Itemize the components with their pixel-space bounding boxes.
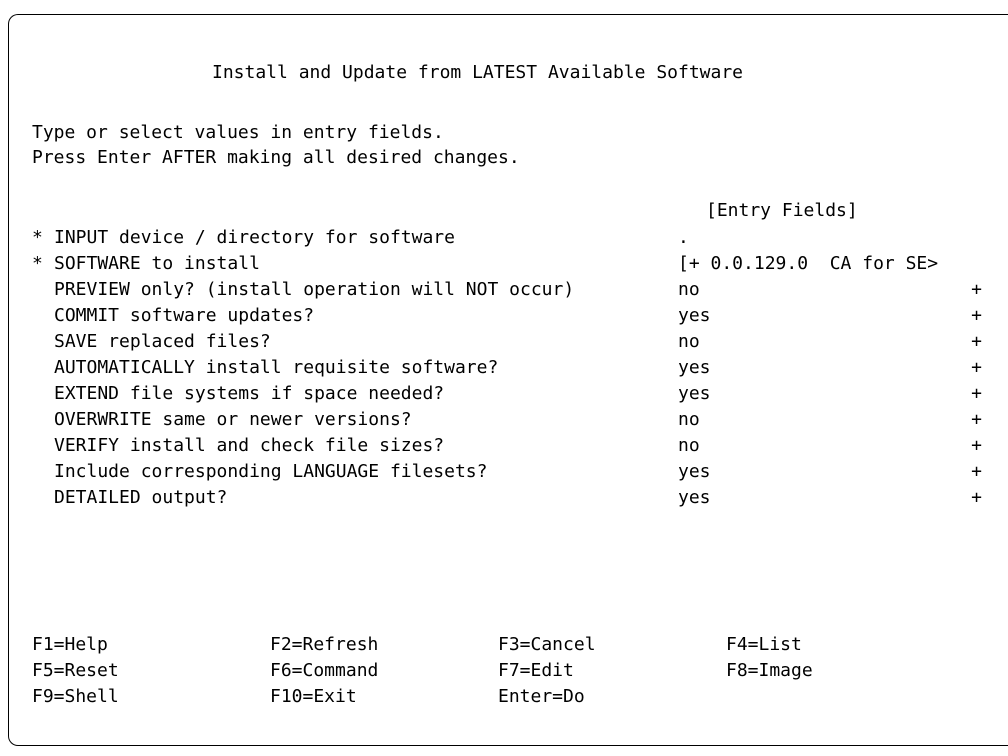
f5-reset-key[interactable]: F5=Reset — [32, 658, 119, 684]
field-value[interactable]: yes — [678, 355, 711, 381]
page-title: Install and Update from LATEST Available… — [212, 62, 744, 83]
field-value[interactable]: no — [678, 329, 700, 355]
list-indicator[interactable]: + — [971, 329, 982, 355]
field-label: COMMIT software updates? — [54, 305, 315, 326]
field-input-device[interactable]: * INPUT device / directory for software … — [32, 225, 982, 251]
enter-do-key[interactable]: Enter=Do — [498, 684, 585, 710]
field-value[interactable]: yes — [678, 381, 711, 407]
field-value[interactable]: no — [678, 433, 700, 459]
required-marker: * — [32, 227, 43, 248]
f2-refresh-key[interactable]: F2=Refresh — [270, 632, 378, 658]
function-key-row: F5=Reset F6=Command F7=Edit F8=Image — [32, 658, 932, 684]
f3-cancel-key[interactable]: F3=Cancel — [498, 632, 596, 658]
field-label: SOFTWARE to install — [54, 253, 260, 274]
field-label: DETAILED output? — [54, 487, 228, 508]
f9-shell-key[interactable]: F9=Shell — [32, 684, 119, 710]
field-value[interactable]: [+ 0.0.129.0 CA for SE> — [678, 251, 938, 277]
field-preview-only[interactable]: PREVIEW only? (install operation will NO… — [32, 277, 982, 303]
field-label: INPUT device / directory for software — [54, 227, 455, 248]
field-label: AUTOMATICALLY install requisite software… — [54, 357, 499, 378]
field-extend-filesystems[interactable]: EXTEND file systems if space needed? yes… — [32, 381, 982, 407]
list-indicator[interactable]: + — [971, 355, 982, 381]
list-indicator[interactable]: + — [971, 277, 982, 303]
instruction-line-1: Type or select values in entry fields. — [32, 122, 444, 143]
f8-image-key[interactable]: F8=Image — [726, 658, 813, 684]
entry-fields-header: [Entry Fields] — [706, 200, 858, 221]
field-detailed-output[interactable]: DETAILED output? yes + — [32, 485, 982, 511]
f1-help-key[interactable]: F1=Help — [32, 632, 108, 658]
list-indicator[interactable]: + — [971, 407, 982, 433]
field-label: PREVIEW only? (install operation will NO… — [54, 279, 575, 300]
field-verify-install[interactable]: VERIFY install and check file sizes? no … — [32, 433, 982, 459]
required-marker: * — [32, 253, 43, 274]
field-save-replaced-files[interactable]: SAVE replaced files? no + — [32, 329, 982, 355]
field-commit-updates[interactable]: COMMIT software updates? yes + — [32, 303, 982, 329]
function-key-bar: F1=Help F2=Refresh F3=Cancel F4=List F5=… — [32, 632, 932, 710]
field-value[interactable]: yes — [678, 459, 711, 485]
field-label: SAVE replaced files? — [54, 331, 271, 352]
list-indicator[interactable]: + — [971, 433, 982, 459]
field-auto-install-requisites[interactable]: AUTOMATICALLY install requisite software… — [32, 355, 982, 381]
f6-command-key[interactable]: F6=Command — [270, 658, 378, 684]
field-value[interactable]: . — [678, 225, 689, 251]
field-label: VERIFY install and check file sizes? — [54, 435, 445, 456]
field-label: Include corresponding LANGUAGE filesets? — [54, 461, 488, 482]
instruction-line-2: Press Enter AFTER making all desired cha… — [32, 147, 520, 168]
field-value[interactable]: no — [678, 277, 700, 303]
field-value[interactable]: no — [678, 407, 700, 433]
function-key-row: F9=Shell F10=Exit Enter=Do — [32, 684, 932, 710]
f7-edit-key[interactable]: F7=Edit — [498, 658, 574, 684]
field-label: OVERWRITE same or newer versions? — [54, 409, 412, 430]
field-label: EXTEND file systems if space needed? — [54, 383, 445, 404]
f10-exit-key[interactable]: F10=Exit — [270, 684, 357, 710]
list-indicator[interactable]: + — [971, 459, 982, 485]
list-indicator[interactable]: + — [971, 381, 982, 407]
list-indicator[interactable]: + — [971, 303, 982, 329]
field-value[interactable]: yes — [678, 303, 711, 329]
field-overwrite-versions[interactable]: OVERWRITE same or newer versions? no + — [32, 407, 982, 433]
function-key-row: F1=Help F2=Refresh F3=Cancel F4=List — [32, 632, 932, 658]
field-software-to-install[interactable]: * SOFTWARE to install [+ 0.0.129.0 CA fo… — [32, 251, 982, 277]
f4-list-key[interactable]: F4=List — [726, 632, 802, 658]
list-indicator[interactable]: + — [971, 485, 982, 511]
field-value[interactable]: yes — [678, 485, 711, 511]
field-language-filesets[interactable]: Include corresponding LANGUAGE filesets?… — [32, 459, 982, 485]
